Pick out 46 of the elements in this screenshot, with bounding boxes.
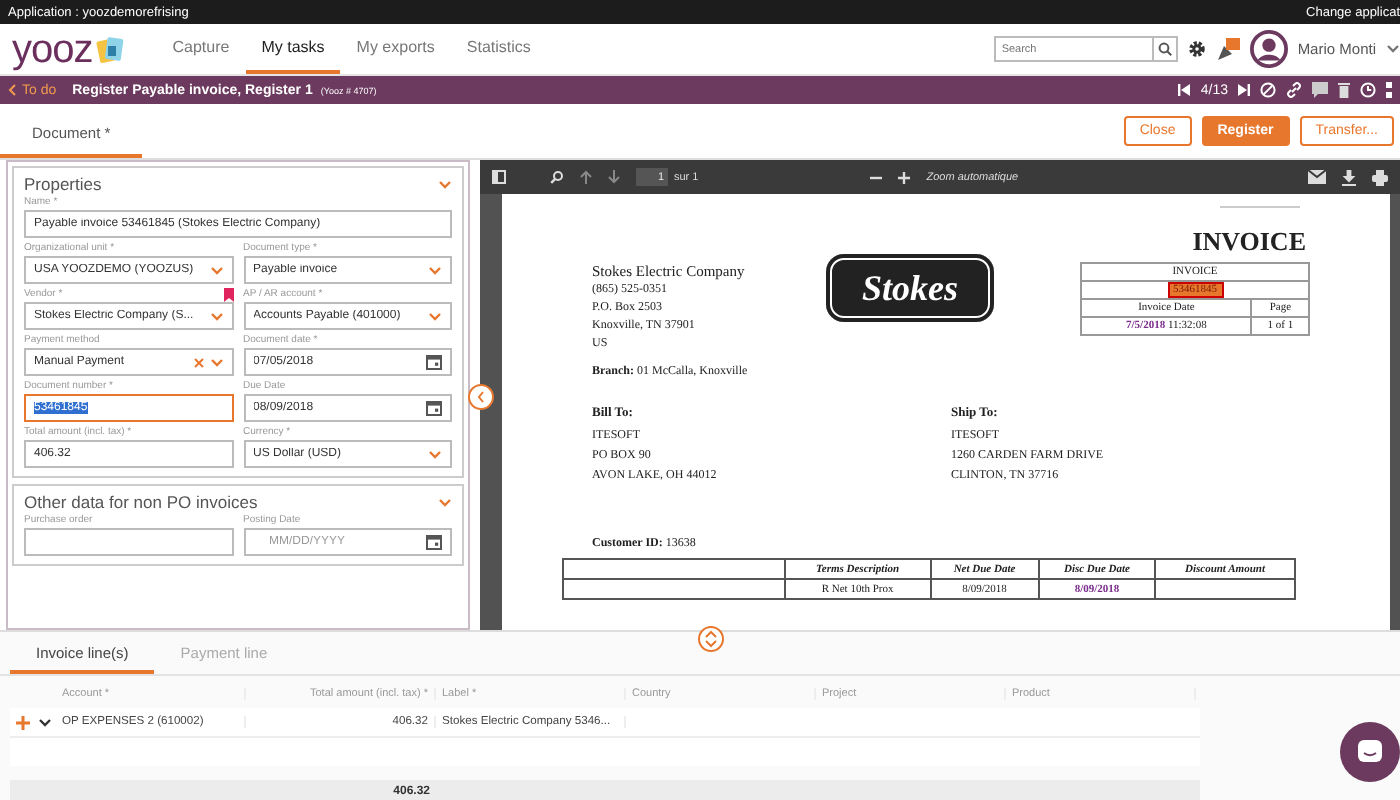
text-field[interactable] [24, 528, 233, 556]
zoom-in-icon[interactable] [898, 171, 911, 183]
zoom-out-icon[interactable] [870, 171, 883, 183]
chevron-down-icon [209, 357, 223, 367]
chevron-left-icon [8, 84, 16, 96]
cards-icon [96, 33, 129, 65]
chevron-down-icon [209, 311, 223, 321]
first-page-icon[interactable] [1178, 84, 1191, 96]
clear-icon[interactable] [193, 357, 203, 367]
download-icon[interactable] [1342, 169, 1356, 185]
company-logo: Stokes [826, 254, 994, 322]
calendar-icon[interactable] [426, 354, 442, 370]
chevron-down-icon [1386, 44, 1400, 54]
nav-tab[interactable]: Statistics [450, 24, 547, 74]
comment-icon[interactable] [1312, 82, 1328, 98]
logo-text: yooz [12, 29, 93, 69]
add-icon[interactable] [16, 715, 30, 729]
calendar-icon[interactable] [426, 400, 442, 416]
clock-icon[interactable] [1360, 82, 1376, 98]
link-icon[interactable] [1286, 82, 1302, 98]
chevron-down-icon [438, 497, 452, 507]
last-page-icon[interactable] [1238, 84, 1250, 96]
section-title: Properties [24, 174, 102, 194]
chevron-down-icon [209, 265, 223, 275]
calendar-icon[interactable] [426, 534, 442, 550]
avatar-icon[interactable] [1249, 30, 1288, 68]
search-button[interactable] [1153, 36, 1178, 62]
search-icon[interactable] [550, 170, 564, 184]
chevron-down-icon [428, 311, 442, 321]
chevron-down-icon [428, 449, 442, 459]
arrow-up-icon[interactable] [580, 170, 592, 184]
trash-icon[interactable] [1338, 82, 1350, 98]
mail-icon[interactable] [1308, 169, 1326, 183]
chevron-down-icon [428, 265, 442, 275]
section-title: Other data for non PO invoices [24, 492, 258, 512]
nav-tab[interactable]: My exports [340, 24, 451, 74]
arrow-down-icon[interactable] [608, 170, 620, 184]
grip-icon[interactable] [1386, 82, 1392, 98]
sidebar-toggle-icon[interactable] [492, 170, 506, 184]
chat-icon [1356, 738, 1384, 766]
chevron-down-icon [438, 179, 452, 189]
settings-icon[interactable] [1187, 40, 1206, 58]
chevron-down-icon [38, 717, 52, 727]
nav-tab[interactable]: Capture [156, 24, 246, 74]
block-icon[interactable] [1260, 82, 1276, 98]
document-title: INVOICE [1190, 226, 1306, 258]
